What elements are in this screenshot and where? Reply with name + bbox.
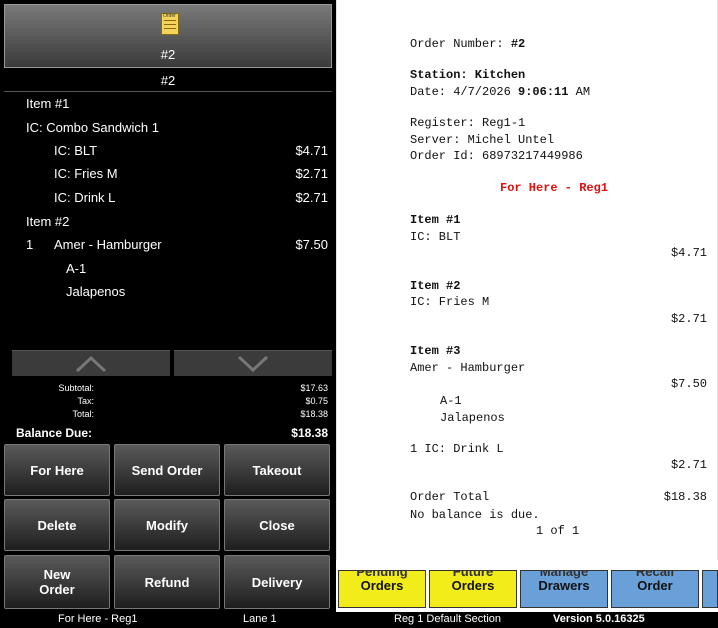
order-line-modifier-a1[interactable]: A-1 xyxy=(66,261,86,276)
receipt-item-3-modifier-1: A-1 xyxy=(440,394,462,408)
refund-button[interactable]: Refund xyxy=(114,555,220,609)
total-label: Total: xyxy=(72,409,94,419)
receipt-mode: For Here - Reg1 xyxy=(500,181,609,195)
close-button[interactable]: Close xyxy=(224,499,330,551)
balance-due-label: Balance Due: xyxy=(16,426,93,440)
receipt-item-1-name: IC: BLT xyxy=(410,230,461,244)
order-line-item-1[interactable]: Item #1 xyxy=(26,96,69,111)
receipt-item-2-price: $2.71 xyxy=(670,312,707,326)
receipt-item-2-header: Item #2 xyxy=(410,279,461,293)
order-line-fries-price: $2.71 xyxy=(295,166,328,181)
delete-button[interactable]: Delete xyxy=(4,499,110,551)
order-line-drink-price: $2.71 xyxy=(295,190,328,205)
receipt-extra-price: $2.71 xyxy=(670,458,707,472)
total-value: $18.38 xyxy=(300,409,328,419)
tax-label: Tax: xyxy=(77,396,94,406)
order-line-modifier-jalapenos[interactable]: Jalapenos xyxy=(66,284,125,299)
receipt-order-number-value: #2 xyxy=(510,37,526,51)
recall-order-button[interactable]: Recall Order xyxy=(611,570,699,608)
order-line-blt[interactable]: IC: BLT xyxy=(54,143,97,158)
balance-due-value: $18.38 xyxy=(291,426,328,440)
manage-drawers-button[interactable]: Manage Drawers xyxy=(520,570,608,608)
receipt-item-3-name: Amer - Hamburger xyxy=(410,361,526,375)
pending-orders-button[interactable]: Pending Orders xyxy=(338,570,426,608)
for-here-button[interactable]: For Here xyxy=(4,444,110,496)
receipt-balance-note: No balance is due. xyxy=(410,508,540,522)
receipt-preview: Order Number: #2 Station: Kitchen Date: … xyxy=(336,0,718,560)
new-order-button[interactable]: New Order xyxy=(4,555,110,609)
order-line-hamburger-price: $7.50 xyxy=(295,237,328,252)
receipt-total-label: Order Total xyxy=(410,490,490,504)
receipt-item-2-name: IC: Fries M xyxy=(410,295,490,309)
send-order-button[interactable]: Send Order xyxy=(114,444,220,496)
more-functions-button[interactable] xyxy=(702,570,718,608)
recall-order-label: Order xyxy=(637,578,673,593)
order-header: #2 xyxy=(4,70,332,92)
tax-value: $0.75 xyxy=(305,396,328,406)
order-tile[interactable]: Order #2 xyxy=(4,4,332,68)
status-lane: Lane 1 xyxy=(243,613,277,625)
receipt-order-number-label: Order Number: xyxy=(410,37,504,51)
chevron-down-icon xyxy=(237,355,269,373)
function-button-strip: Pending Orders Future Orders Manage Draw… xyxy=(336,570,718,612)
receipt-ampm: AM xyxy=(575,85,591,99)
status-bar: For Here - Reg1 Lane 1 Reg 1 Default Sec… xyxy=(0,612,718,628)
receipt-time: 9:06:11 xyxy=(518,85,569,99)
order-line-drink[interactable]: IC: Drink L xyxy=(54,190,115,205)
order-line-hamburger[interactable]: Amer - Hamburger xyxy=(54,237,162,252)
order-line-fries[interactable]: IC: Fries M xyxy=(54,166,118,181)
receipt-date-label: Date: 4/7/2026 xyxy=(410,85,511,99)
scroll-down-button[interactable] xyxy=(174,350,332,376)
receipt-item-3-price: $7.50 xyxy=(670,377,707,391)
new-order-label-line2: Order xyxy=(39,582,75,597)
order-ticket-icon: Order xyxy=(161,13,179,35)
future-orders-label: Orders xyxy=(451,578,495,593)
delivery-button[interactable]: Delivery xyxy=(224,555,330,609)
future-orders-button[interactable]: Future Orders xyxy=(429,570,517,608)
order-line-qty: 1 xyxy=(26,237,34,252)
receipt-item-3-modifier-2: Jalapenos xyxy=(440,411,505,425)
subtotal-value: $17.63 xyxy=(300,383,328,393)
receipt-order-number: Order Number: #2 xyxy=(410,37,525,51)
receipt-item-3-header: Item #3 xyxy=(410,344,461,358)
receipt-page-indicator: 1 of 1 xyxy=(536,524,580,538)
pending-orders-label: Orders xyxy=(360,578,404,593)
receipt-date: Date: 4/7/2026 9:06:11 AM xyxy=(410,85,590,99)
order-line-blt-price: $4.71 xyxy=(295,143,328,158)
order-line-combo[interactable]: IC: Combo Sandwich 1 xyxy=(26,120,159,135)
status-mode: For Here - Reg1 xyxy=(58,613,138,625)
receipt-station: Station: Kitchen xyxy=(410,68,526,82)
takeout-button[interactable]: Takeout xyxy=(224,444,330,496)
receipt-server: Server: Michel Untel xyxy=(410,133,555,147)
subtotal-label: Subtotal: xyxy=(58,383,94,393)
receipt-order-id: Order Id: 68973217449986 xyxy=(410,149,583,163)
scroll-up-button[interactable] xyxy=(12,350,170,376)
modify-button[interactable]: Modify xyxy=(114,499,220,551)
status-section: Reg 1 Default Section xyxy=(394,613,502,625)
chevron-up-icon xyxy=(75,355,107,373)
status-version: Version 5.0.16325 xyxy=(553,613,645,625)
order-ticket-icon-text: Order xyxy=(163,13,176,19)
receipt-item-1-price: $4.71 xyxy=(670,246,707,260)
receipt-item-1-header: Item #1 xyxy=(410,213,461,227)
order-tile-number: #2 xyxy=(160,47,176,62)
receipt-register: Register: Reg1-1 xyxy=(410,116,526,130)
receipt-total-value: $18.38 xyxy=(663,490,707,504)
order-line-item-2[interactable]: Item #2 xyxy=(26,214,69,229)
receipt-extra-line: 1 IC: Drink L xyxy=(410,442,504,456)
manage-drawers-label: Drawers xyxy=(538,578,590,593)
new-order-label-line1: New xyxy=(43,567,71,582)
pos-order-panel: Order #2 #2 Item #1 IC: Combo Sandwich 1… xyxy=(0,0,336,628)
